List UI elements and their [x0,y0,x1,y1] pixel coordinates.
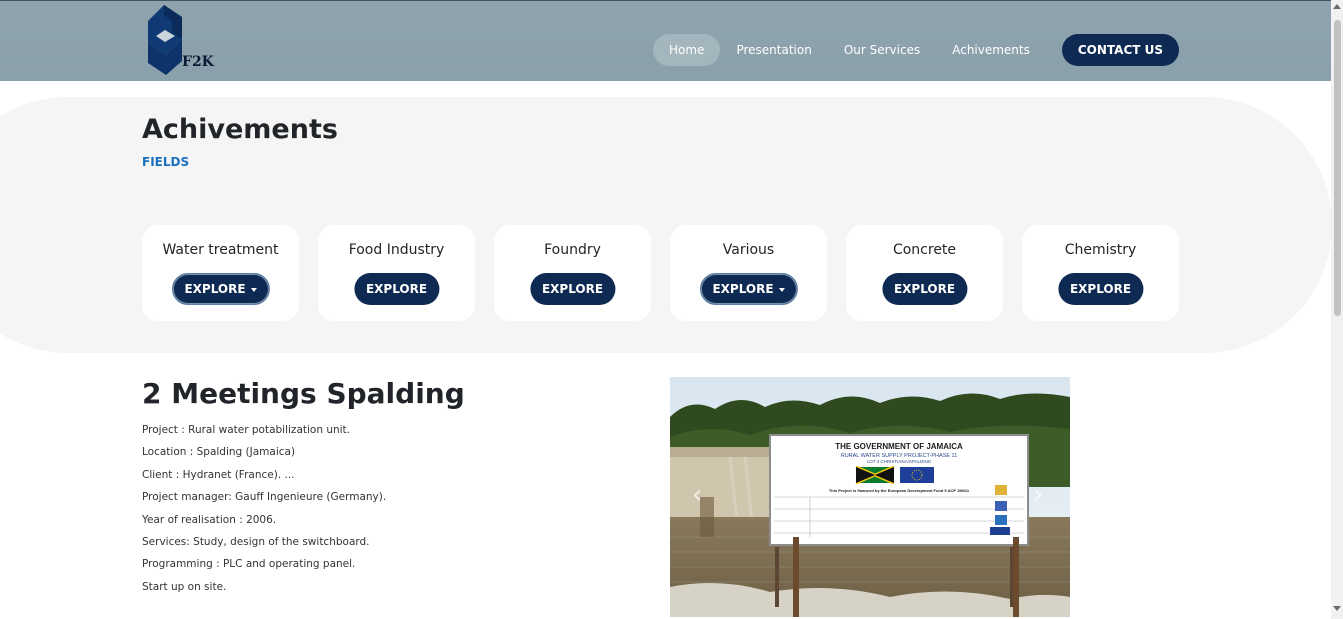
field-card-chemistry: Chemistry EXPLORE [1022,225,1179,321]
scroll-up-icon[interactable] [1333,4,1341,9]
project-detail-line: Client : Hydranet (France). ... [142,468,295,481]
project-detail-line: Start up on site. [142,580,227,593]
page: F2K Home Presentation Our Services Achiv… [0,0,1343,619]
logo-text: F2K [182,54,214,70]
sign-line2: LOT 3 CHRISTIANA/SPALDING [867,459,932,464]
explore-button[interactable]: EXPLORE [529,273,616,305]
nav-achivements[interactable]: Achivements [936,34,1046,66]
field-card-title: Foundry [544,242,601,258]
field-card-concrete: Concrete EXPLORE [846,225,1003,321]
field-card-foundry: Foundry EXPLORE [494,225,651,321]
page-title: Achivements [142,114,338,145]
site-header: F2K Home Presentation Our Services Achiv… [0,0,1331,81]
section-subtitle: FIELDS [142,155,190,169]
field-card-water-treatment: Water treatment EXPLORE [142,225,299,321]
field-cards: Water treatment EXPLORE Food Industry EX… [142,225,1179,321]
main-nav: Home Presentation Our Services Achivemen… [653,34,1180,66]
field-card-various: Various EXPLORE [670,225,827,321]
nav-home[interactable]: Home [653,34,721,66]
carousel-next-icon[interactable]: › [1033,480,1043,510]
project-detail-line: Location : Spalding (Jamaica) [142,446,296,459]
project-detail-line: Programming : PLC and operating panel. [142,558,356,571]
field-card-food-industry: Food Industry EXPLORE [318,225,475,321]
field-card-title: Food Industry [348,242,445,258]
explore-dropdown-button[interactable]: EXPLORE [171,273,270,305]
nav-presentation[interactable]: Presentation [720,34,827,66]
project-photo: THE GOVERNMENT OF JAMAICA RURAL WATER SU… [670,377,1070,617]
explore-dropdown-button[interactable]: EXPLORE [699,273,798,305]
project-title: 2 Meetings Spalding [142,377,465,410]
caret-down-icon [250,287,257,292]
explore-button[interactable]: EXPLORE [353,273,440,305]
field-card-title: Water treatment [162,242,279,258]
sign-title: THE GOVERNMENT OF JAMAICA [835,442,963,451]
project-detail-line: Year of realisation : 2006. [142,513,277,526]
explore-label: EXPLORE [712,282,774,296]
caret-down-icon [778,287,785,292]
field-card-title: Chemistry [1064,242,1137,258]
project-photo-carousel: THE GOVERNMENT OF JAMAICA RURAL WATER SU… [670,377,1070,617]
field-card-title: Various [722,242,775,258]
project-detail-line: Project manager: Gauff Ingenieure (Germa… [142,491,387,504]
contact-us-button[interactable]: CONTACT US [1061,34,1180,66]
nav-our-services[interactable]: Our Services [828,34,936,66]
explore-button[interactable]: EXPLORE [881,273,968,305]
scroll-down-icon[interactable] [1333,606,1341,611]
project-detail-line: Services: Study, design of the switchboa… [142,535,370,548]
project-details: Project : Rural water potabilization uni… [142,422,386,601]
explore-button[interactable]: EXPLORE [1057,273,1144,305]
field-card-title: Concrete [892,242,957,258]
scrollbar-thumb[interactable] [1334,20,1341,316]
explore-label: EXPLORE [184,282,246,296]
project-detail-line: Project : Rural water potabilization uni… [142,424,351,436]
carousel-prev-icon[interactable]: ‹ [692,480,702,510]
sign-line3: This Project is financed by the European… [829,488,970,493]
page-scrollbar[interactable] [1331,0,1343,619]
